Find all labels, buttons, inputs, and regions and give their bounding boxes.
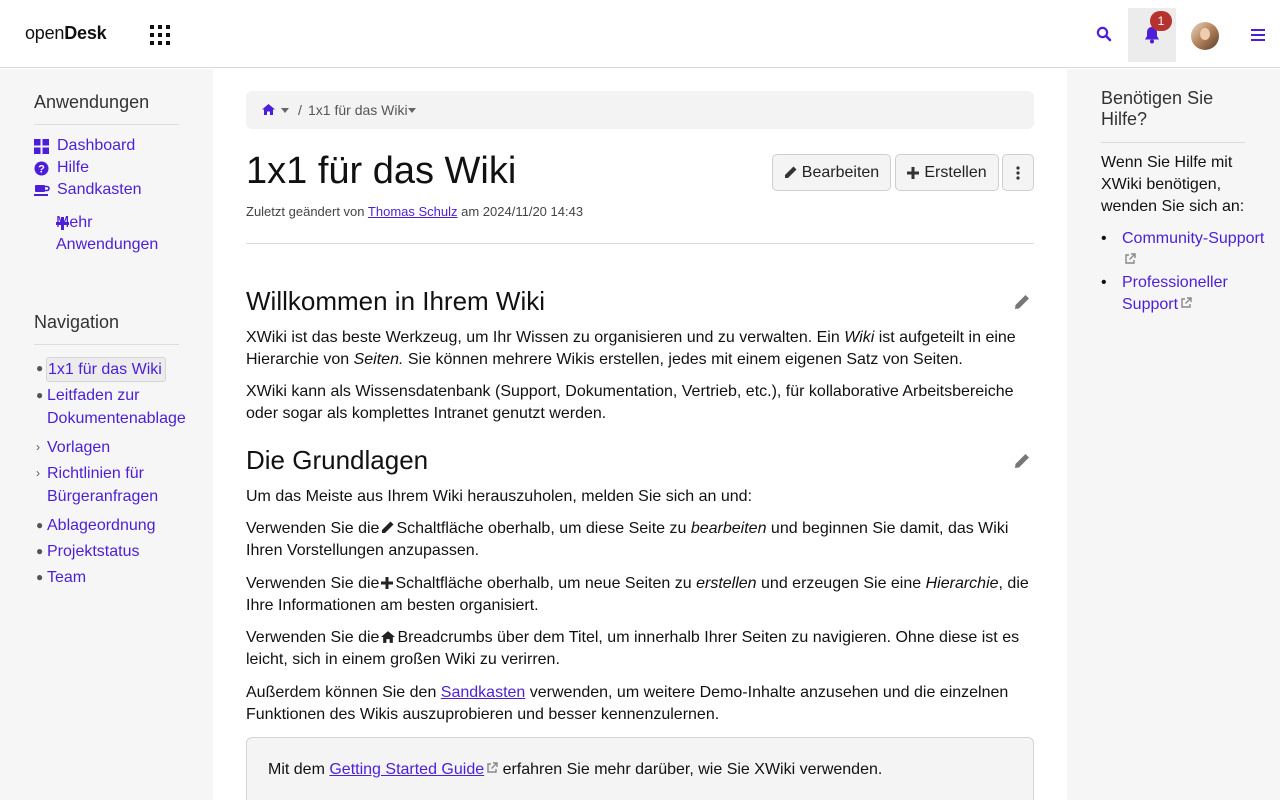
getting-started-guide-link[interactable]: Getting Started Guide	[329, 761, 484, 778]
breadcrumb-separator: /	[298, 102, 302, 118]
chevron-right-icon[interactable]: ›	[36, 462, 47, 485]
plus-icon	[907, 166, 920, 179]
notifications-button[interactable]: 1	[1128, 8, 1176, 62]
pencil-icon	[381, 521, 394, 534]
svg-text:?: ?	[38, 163, 45, 175]
notification-count-badge: 1	[1150, 11, 1172, 31]
nav-item-label: 1x1 für das Wiki	[46, 357, 166, 382]
section-heading-basics: Die Grundlagen	[246, 445, 429, 475]
bullet: •	[1101, 230, 1107, 247]
home-icon[interactable]	[262, 104, 275, 115]
nav-item-label: Vorlagen	[47, 439, 111, 456]
edit-button[interactable]: Bearbeiten	[772, 154, 891, 191]
nav-item-vorlagen[interactable]: › Vorlagen	[36, 436, 110, 459]
create-button[interactable]: Erstellen	[895, 154, 999, 191]
list-item: • Community-Support	[1101, 228, 1271, 272]
bullet-icon: ●	[36, 361, 44, 375]
bullet: •	[1101, 274, 1107, 291]
sidebar-item-label: Sandkasten	[57, 181, 142, 198]
chevron-right-icon[interactable]: ›	[36, 436, 47, 459]
section-heading-welcome: Willkommen in Ihrem Wiki	[246, 286, 546, 316]
chevron-down-icon[interactable]	[408, 108, 416, 113]
nav-item-team[interactable]: ● Team	[36, 566, 86, 589]
app-launcher-grid-icon[interactable]	[150, 25, 170, 45]
logo-bold: Desk	[64, 23, 107, 43]
vertical-ellipsis-icon	[1016, 165, 1020, 180]
bullet-icon: ●	[36, 544, 44, 558]
right-sidebar: Benötigen Sie Hilfe? Wenn Sie Hilfe mit …	[1067, 69, 1280, 800]
nav-item-projektstatus[interactable]: ● Projektstatus	[36, 540, 139, 563]
plus-icon	[34, 217, 69, 230]
hamburger-menu-icon[interactable]	[1251, 29, 1265, 41]
nav-item-label: Richtlinien für	[47, 465, 144, 482]
coffee-icon	[34, 183, 50, 198]
nav-item-leitfaden[interactable]: ● Leitfaden zur Dokumentenablage	[36, 384, 186, 430]
list-item: • Professioneller Support	[1101, 272, 1271, 316]
divider	[246, 243, 1034, 244]
sidebar-item-label: Dashboard	[57, 137, 136, 154]
user-avatar[interactable]	[1191, 22, 1219, 50]
nav-item-label: Leitfaden zur	[47, 387, 140, 404]
plus-icon	[381, 577, 394, 589]
basics-paragraph-1: Um das Meiste aus Ihrem Wiki herauszuhol…	[246, 488, 753, 505]
more-apps-label-line2: Anwendungen	[56, 236, 159, 253]
sidebar-item-label: Hilfe	[57, 159, 90, 176]
chevron-down-icon[interactable]	[281, 108, 289, 113]
help-text: Wenn Sie Hilfe mit XWiki benötigen, wend…	[1101, 154, 1245, 215]
help-links-list: • Community-Support • Professioneller Supp…	[1101, 228, 1271, 316]
question-circle-icon: ?	[34, 161, 49, 176]
opendesk-logo[interactable]: openDesk	[25, 23, 107, 44]
basics-paragraph-edit: Verwenden Sie die Schaltfläche oberhalb, …	[246, 520, 1009, 559]
nav-item-richtlinien[interactable]: › Richtlinien für Bürgeranfragen	[36, 462, 158, 508]
modified-prefix: Zuletzt geändert von	[246, 204, 365, 219]
nav-item-label: Ablageordnung	[47, 517, 156, 534]
top-bar: openDesk 1	[0, 0, 1280, 68]
breadcrumb: / 1x1 für das Wiki	[246, 91, 1034, 129]
nav-item-label: Projektstatus	[47, 543, 140, 560]
logo-prefix: open	[25, 23, 65, 43]
external-link-icon	[1180, 297, 1192, 309]
create-button-label: Erstellen	[924, 163, 987, 181]
bullet-icon: ●	[36, 518, 44, 532]
page-title: 1x1 für das Wiki	[246, 150, 517, 192]
left-sidebar: Anwendungen Dashboard ? Hilfe Sandkasten…	[0, 69, 213, 800]
nav-item-1x1[interactable]: ● 1x1 für das Wiki	[36, 357, 166, 382]
nav-item-label: Dokumentenablage	[47, 410, 186, 427]
sidebar-item-hilfe[interactable]: ? Hilfe	[34, 159, 89, 177]
nav-item-label: Bürgeranfragen	[47, 488, 159, 505]
sandbox-link[interactable]: Sandkasten	[441, 684, 526, 701]
author-link[interactable]: Thomas Schulz	[368, 204, 458, 219]
external-link-icon	[486, 762, 498, 774]
edit-button-label: Bearbeiten	[801, 163, 880, 181]
dashboard-icon	[34, 138, 49, 154]
home-icon	[381, 631, 396, 643]
nav-item-ablageordnung[interactable]: ● Ablageordnung	[36, 514, 156, 537]
section-edit-pencil-icon[interactable]	[1014, 294, 1030, 310]
search-icon[interactable]	[1096, 26, 1114, 44]
bullet-icon: ●	[36, 388, 44, 402]
basics-paragraph-sandbox: Außerdem können Sie den Sandkasten verwe…	[246, 684, 1009, 723]
help-heading: Benötigen Sie Hilfe?	[1101, 88, 1245, 143]
last-modified-info: Zuletzt geändert von Thomas Schulz am 20…	[246, 204, 583, 219]
navigation-heading: Navigation	[34, 312, 179, 345]
sidebar-item-dashboard[interactable]: Dashboard	[34, 137, 135, 155]
sidebar-item-sandkasten[interactable]: Sandkasten	[34, 181, 142, 199]
basics-paragraph-breadcrumbs: Verwenden Sie die Breadcrumbs über dem Ti…	[246, 629, 1020, 668]
breadcrumb-current-page[interactable]: 1x1 für das Wiki	[308, 102, 408, 118]
professional-support-link[interactable]: Professioneller Support	[1122, 274, 1228, 313]
apps-heading: Anwendungen	[34, 92, 179, 125]
info-box: Mit dem Getting Started Guide erfahren S…	[246, 737, 1034, 800]
welcome-paragraph-2: XWiki kann als Wissensdatenbank (Support…	[246, 383, 1014, 422]
section-edit-pencil-icon[interactable]	[1014, 453, 1030, 469]
welcome-paragraph-1: XWiki ist das beste Werkzeug, um Ihr Wis…	[246, 329, 1016, 368]
community-support-link[interactable]: Community-Support	[1122, 230, 1264, 247]
modified-date: am 2024/11/20 14:43	[461, 204, 584, 219]
external-link-icon	[1124, 253, 1136, 265]
basics-paragraph-create: Verwenden Sie die Schaltfläche oberhalb, …	[246, 575, 1029, 614]
bullet-icon: ●	[36, 570, 44, 584]
more-actions-button[interactable]	[1002, 154, 1034, 191]
more-apps-link[interactable]: Mehr Anwendungen	[34, 212, 158, 256]
pencil-icon	[784, 166, 797, 179]
